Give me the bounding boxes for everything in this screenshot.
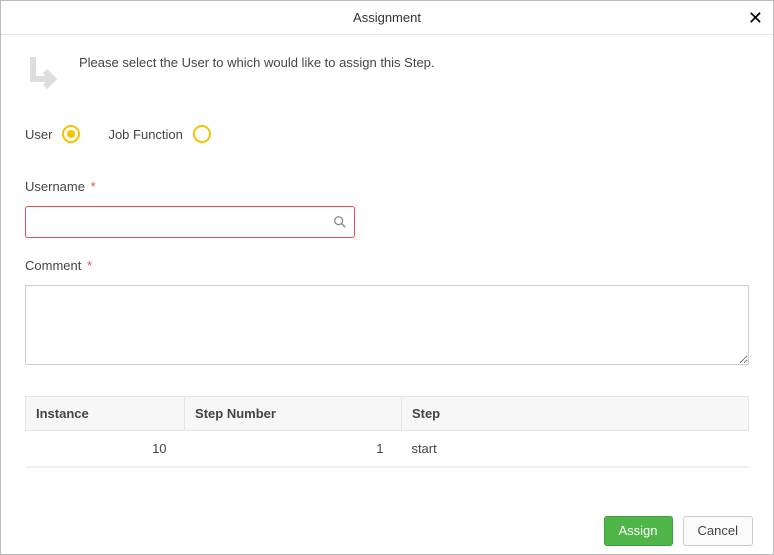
steps-table-wrap: Instance Step Number Step 10 1 start [25,396,749,468]
assign-button[interactable]: Assign [604,516,673,546]
username-label-text: Username [25,179,85,194]
col-header-step-number: Step Number [185,397,402,431]
dialog-title: Assignment [353,10,421,25]
assign-type-radio-group: User Job Function [25,125,749,143]
table-row[interactable]: 10 1 start [26,431,749,467]
col-header-instance: Instance [26,397,185,431]
cell-step-number: 1 [185,431,402,467]
comment-label: Comment * [25,258,749,273]
intro-row: Please select the User to which would li… [25,53,749,101]
radio-job-function-label: Job Function [108,127,182,142]
username-block: Username * [25,179,749,238]
cell-instance: 10 [26,431,185,467]
radio-job-function-indicator [193,125,211,143]
username-input[interactable] [25,206,355,238]
username-input-wrap [25,206,355,238]
comment-required-mark: * [87,258,92,273]
dialog-scroll-area[interactable]: Please select the User to which would li… [1,35,773,506]
comment-block: Comment * [25,258,749,368]
col-header-step: Step [401,397,748,431]
steps-table: Instance Step Number Step 10 1 start [25,396,749,467]
cancel-button[interactable]: Cancel [683,516,753,546]
radio-user-label: User [25,127,52,142]
radio-user[interactable]: User [25,125,80,143]
close-icon[interactable]: ✕ [748,9,763,27]
username-label: Username * [25,179,749,194]
radio-job-function[interactable]: Job Function [108,125,210,143]
username-required-mark: * [91,179,96,194]
comment-label-text: Comment [25,258,81,273]
sub-arrow-icon [25,53,65,101]
comment-textarea[interactable] [25,285,749,365]
steps-table-header-row: Instance Step Number Step [26,397,749,431]
cell-step: start [401,431,748,467]
dialog-titlebar: Assignment ✕ [1,1,773,35]
intro-text: Please select the User to which would li… [79,53,435,70]
radio-user-indicator [62,125,80,143]
bottom-spacer [25,468,749,506]
dialog-footer: Assign Cancel [1,506,773,554]
dialog-body: Please select the User to which would li… [1,35,773,506]
assignment-dialog: Assignment ✕ Please select the User to w… [0,0,774,555]
